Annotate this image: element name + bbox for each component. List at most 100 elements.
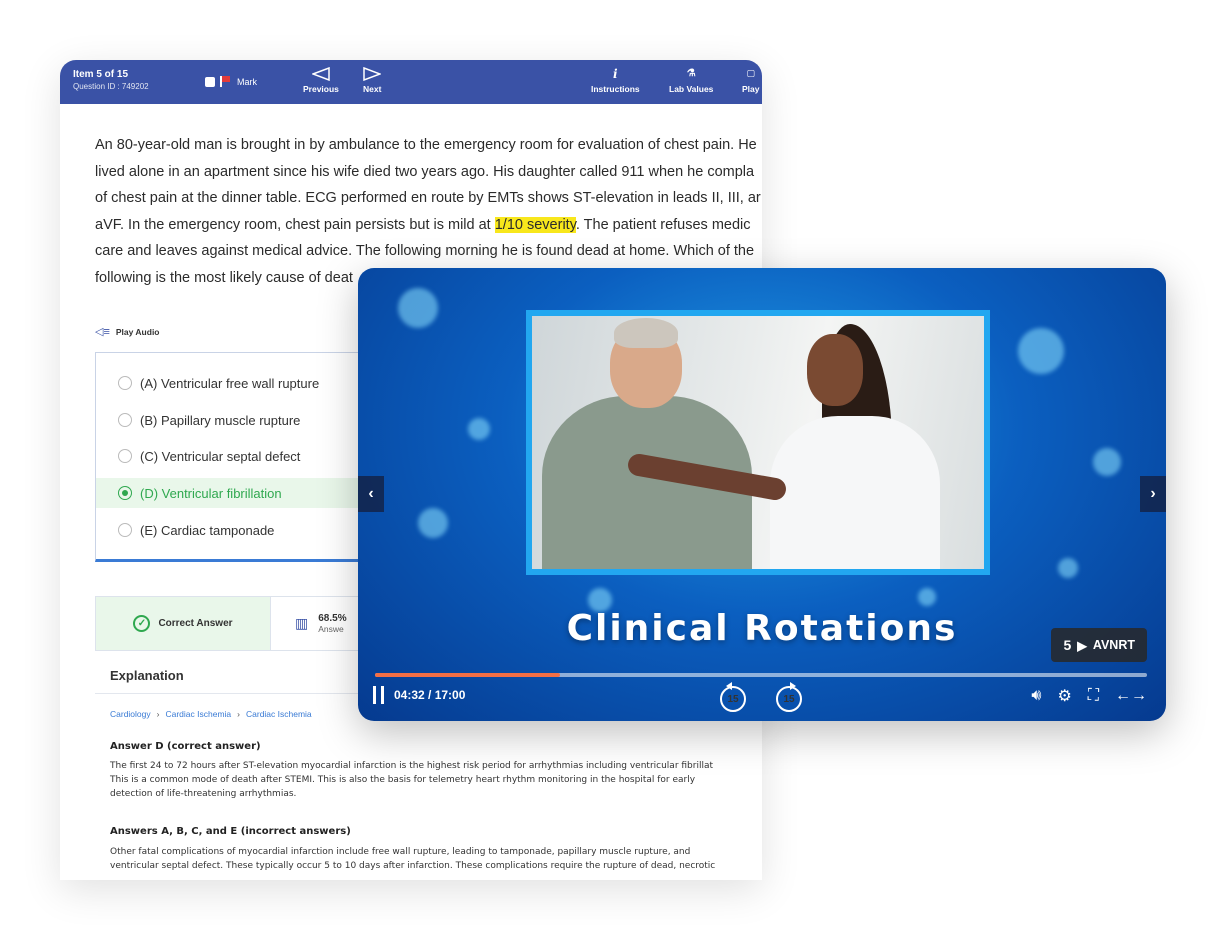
- radio-button[interactable]: [118, 376, 132, 390]
- info-icon: i: [613, 67, 618, 81]
- choice-c[interactable]: (C) Ventricular septal defect: [96, 441, 396, 471]
- bokeh-light: [918, 588, 936, 606]
- stem-text: aVF. In the emergency room, chest pain p…: [95, 216, 495, 233]
- explanation-text: ventricular septal defect. These typical…: [110, 861, 716, 871]
- check-circle-icon: ✓: [133, 615, 151, 632]
- bokeh-light: [418, 508, 448, 538]
- play-audio-label: Play Audio: [115, 326, 160, 337]
- choice-label: (B) Papillary muscle rupture: [140, 412, 301, 428]
- percent-label: Answe: [318, 624, 344, 634]
- bokeh-light: [468, 418, 490, 440]
- skip-forward-button[interactable]: 15: [776, 682, 802, 712]
- chapter-name: AVNRT: [1092, 638, 1135, 652]
- previous-label: Previous: [303, 84, 339, 94]
- radio-button[interactable]: [118, 523, 132, 537]
- skip-back-button[interactable]: 15: [720, 682, 746, 712]
- video-player[interactable]: Clinical Rotations 5 ▶ AVNRT ‹ › 04:32 /…: [358, 268, 1166, 721]
- instructions-label: Instructions: [591, 84, 640, 94]
- choice-d[interactable]: (D) Ventricular fibrillation: [96, 478, 396, 508]
- breadcrumb-item[interactable]: Cardiac Ischemia: [165, 709, 231, 719]
- fullscreen-icon[interactable]: ⛶: [1088, 687, 1099, 705]
- playback-controls: 04:32 / 17:00: [373, 686, 465, 704]
- play-tool-icon: ▢: [746, 69, 755, 79]
- triangle-left-icon: [311, 67, 330, 81]
- next-label: Next: [363, 84, 382, 94]
- volume-icon[interactable]: 🔊︎: [1031, 687, 1041, 705]
- choice-a[interactable]: (A) Ventricular free wall rupture: [96, 368, 396, 398]
- choice-e[interactable]: (E) Cardiac tamponade: [96, 515, 396, 545]
- breadcrumb: Cardiology › Cardiac Ischemia › Cardiac …: [110, 709, 312, 719]
- correct-label: Correct Answer: [158, 618, 233, 629]
- skip-back-label: 15: [727, 693, 739, 705]
- doctor-figure: [770, 416, 940, 569]
- choice-label: (D) Ventricular fibrillation: [140, 485, 282, 501]
- time-display: 04:32 / 17:00: [394, 688, 466, 702]
- section-title: Answers A, B, C, and E (incorrect answer…: [110, 826, 351, 837]
- next-slide-button[interactable]: ›: [1140, 476, 1166, 512]
- breadcrumb-item[interactable]: Cardiac Ischemia: [246, 709, 312, 719]
- explanation-text: Other fatal complications of myocardial …: [110, 847, 691, 857]
- choice-label: (C) Ventricular septal defect: [140, 448, 301, 464]
- chevron-right-icon: ›: [1150, 485, 1156, 502]
- pause-icon[interactable]: [373, 686, 384, 704]
- explanation-text: The first 24 to 72 hours after ST-elevat…: [110, 761, 714, 771]
- section-title: Answer D (correct answer): [110, 741, 261, 752]
- next-button[interactable]: Next: [363, 67, 381, 94]
- instructions-button[interactable]: i Instructions: [591, 67, 640, 94]
- bar-chart-icon: ▥: [295, 615, 309, 631]
- stem-line: lived alone in an apartment since his wi…: [95, 163, 755, 180]
- lab-values-label: Lab Values: [669, 84, 714, 94]
- previous-button[interactable]: Previous: [303, 67, 339, 94]
- choice-label: (E) Cardiac tamponade: [140, 522, 275, 538]
- bokeh-light: [1093, 448, 1121, 476]
- question-id: Question ID : 749202: [73, 82, 149, 91]
- skip-forward-label: 15: [783, 693, 795, 705]
- triangle-right-icon: [363, 67, 382, 81]
- breadcrumb-item[interactable]: Cardiology: [110, 709, 151, 719]
- radio-button-selected[interactable]: [118, 486, 132, 500]
- player-right-controls: 🔊︎ ⚙ ⛶ ←→: [1031, 686, 1147, 706]
- item-info: Item 5 of 15 Question ID : 749202: [73, 69, 149, 91]
- chapter-number: 5: [1063, 637, 1072, 653]
- progress-bar[interactable]: [375, 673, 1147, 677]
- play-triangle-icon: ▶: [1077, 638, 1087, 653]
- chevron-right-icon: ›: [237, 709, 240, 719]
- item-counter: Item 5 of 15: [73, 69, 129, 80]
- stem-text: . The patient refuses medic: [575, 216, 751, 233]
- lab-values-button[interactable]: ⚗ Lab Values: [669, 67, 713, 94]
- mark-toggle[interactable]: Mark: [205, 76, 257, 87]
- video-frame: [526, 310, 990, 575]
- result-summary: ✓ Correct Answer ▥ 68.5% Answe: [95, 596, 395, 651]
- theater-mode-icon[interactable]: ←→: [1115, 687, 1147, 705]
- explanation-text: detection of life-threatening arrhythmia…: [110, 789, 297, 799]
- stem-line: An 80-year-old man is brought in by ambu…: [95, 137, 757, 153]
- speaker-icon: ◁≡: [95, 326, 110, 338]
- prev-slide-button[interactable]: ‹: [358, 476, 384, 512]
- radio-button[interactable]: [118, 449, 132, 463]
- settings-gear-icon[interactable]: ⚙: [1057, 686, 1071, 706]
- chevron-left-icon: ‹: [368, 485, 374, 502]
- doctor-head: [807, 334, 863, 406]
- percent-correct: 68.5%: [318, 613, 347, 624]
- correct-answer-badge: ✓ Correct Answer: [96, 597, 271, 650]
- video-title: Clinical Rotations: [566, 608, 958, 649]
- highlighted-text[interactable]: 1/10 severity: [494, 216, 576, 233]
- choice-b[interactable]: (B) Papillary muscle rupture: [96, 405, 396, 435]
- bokeh-light: [1058, 558, 1078, 578]
- mark-checkbox[interactable]: [205, 76, 215, 87]
- play-button[interactable]: ▢ Play: [742, 67, 760, 94]
- bokeh-light: [1018, 328, 1064, 374]
- explanation-text: This is a common mode of death after STE…: [110, 775, 696, 785]
- answer-choices: (A) Ventricular free wall rupture (B) Pa…: [95, 352, 396, 562]
- choice-label: (A) Ventricular free wall rupture: [140, 375, 320, 391]
- flask-icon: ⚗: [686, 68, 696, 79]
- mark-label: Mark: [237, 76, 257, 87]
- question-toolbar: Item 5 of 15 Question ID : 749202 Mark P…: [60, 60, 762, 104]
- chapter-badge[interactable]: 5 ▶ AVNRT: [1051, 628, 1147, 662]
- flag-icon: [220, 76, 232, 87]
- play-audio-button[interactable]: ◁≡ Play Audio: [95, 325, 160, 338]
- stem-line: aVF. In the emergency room, chest pain p…: [95, 212, 762, 239]
- patient-hair: [614, 318, 678, 348]
- stem-line: of chest pain at the dinner table. ECG p…: [95, 190, 761, 206]
- radio-button[interactable]: [118, 413, 132, 427]
